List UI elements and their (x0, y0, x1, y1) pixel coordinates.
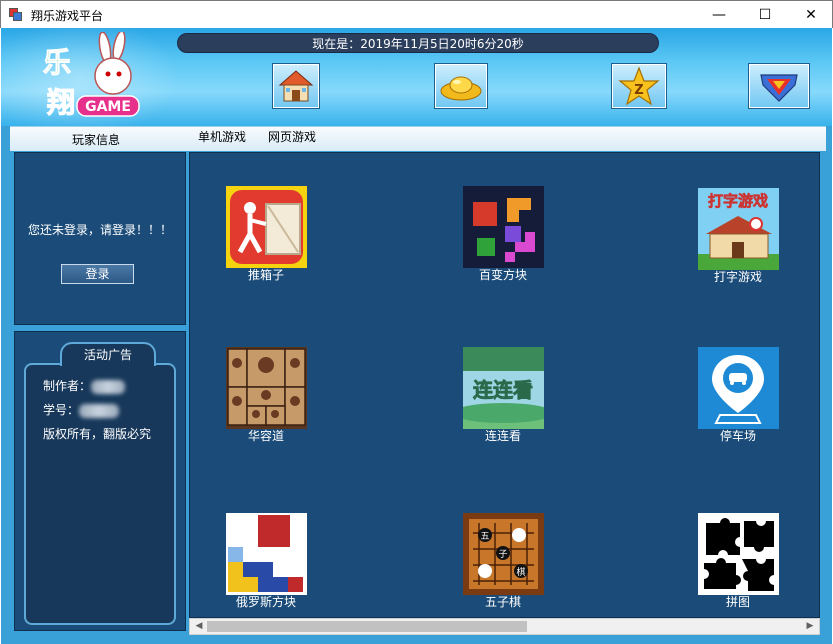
copyright-text: 版权所有，翻版必究 (43, 427, 152, 441)
star-nav-button[interactable]: Z (611, 63, 667, 109)
login-panel: 您还未登录，请登录！！！ 登录 (14, 152, 186, 325)
game-label: 百变方块 (478, 268, 527, 282)
typing-icon: 打字游戏 (697, 188, 779, 270)
logo: 乐 翔 GAME (43, 32, 140, 120)
game-sokoban[interactable]: 推箱子 (206, 186, 326, 282)
home-icon (278, 70, 314, 102)
gomoku-thumb-char: 子 (498, 549, 507, 560)
gold-nav-button[interactable] (434, 63, 488, 109)
game-label: 俄罗斯方块 (235, 595, 296, 609)
scroll-right-arrow-icon[interactable]: ▶ (802, 619, 818, 634)
game-label: 推箱子 (247, 268, 284, 282)
login-message: 您还未登录，请登录！！！ (27, 223, 172, 237)
tab-player-info[interactable]: 玩家信息 (16, 130, 176, 150)
game-parking[interactable]: 停车场 (678, 347, 798, 443)
tab-single-games[interactable]: 单机游戏 (198, 129, 246, 145)
home-nav-button[interactable] (272, 63, 320, 109)
promo-tab: 活动广告 (60, 342, 156, 366)
svg-text:乐: 乐 (43, 46, 71, 79)
badge-icon (760, 74, 798, 102)
author-label: 制作者： (43, 379, 92, 393)
maximize-button[interactable]: ☐ (742, 1, 788, 29)
game-blocks[interactable]: 百变方块 (443, 186, 563, 282)
tab-web-games[interactable]: 网页游戏 (268, 129, 316, 145)
student-id-redacted (79, 403, 120, 418)
author-line: 制作者： (43, 377, 126, 394)
svg-text:Z: Z (634, 83, 643, 98)
scroll-thumb[interactable] (207, 621, 527, 632)
scroll-left-arrow-icon[interactable]: ◀ (191, 619, 207, 634)
games-panel: 推箱子 百变方块 打字游戏 打字游戏 华容道 连连看 连连看 停车场 俄罗斯方块… (189, 152, 820, 618)
game-typing[interactable]: 打字游戏 打字游戏 (678, 188, 798, 284)
badge-nav-button[interactable] (748, 63, 810, 109)
header-banner: 乐 翔 GAME 现在是：2019年11月5日20时6分20秒 Z (1, 28, 832, 126)
game-puzzle[interactable]: 拼图 (678, 513, 798, 609)
window-title: 翔乐游戏平台 (31, 9, 104, 23)
login-button[interactable]: 登录 (61, 264, 134, 284)
game-gomoku[interactable]: 五 子 棋 五子棋 (443, 513, 563, 609)
sokoban-icon (225, 186, 307, 268)
game-label: 连连看 (484, 429, 521, 443)
gold-ingot-icon (440, 76, 482, 101)
close-button[interactable]: ✕ (788, 1, 833, 29)
lianliankan-icon: 连连看 (462, 347, 544, 429)
game-huarong[interactable]: 华容道 (206, 347, 326, 443)
game-label: 打字游戏 (713, 270, 762, 284)
game-label: 华容道 (247, 429, 284, 443)
game-tetris[interactable]: 俄罗斯方块 (206, 513, 326, 609)
horizontal-scrollbar[interactable]: ◀ ▶ (189, 618, 820, 635)
typing-thumb-text: 打字游戏 (707, 192, 767, 210)
star-icon: Z (618, 66, 660, 106)
huarong-icon (225, 347, 307, 429)
student-id-line: 学号： (43, 401, 120, 418)
logo-game-text: GAME (85, 99, 131, 115)
gomoku-thumb-char: 棋 (516, 566, 525, 578)
parking-icon (697, 347, 779, 429)
datetime-display: 现在是：2019年11月5日20时6分20秒 (177, 33, 659, 53)
author-redacted (91, 379, 126, 394)
game-label: 拼图 (725, 595, 750, 609)
gomoku-thumb-char: 五 (480, 532, 489, 542)
gomoku-icon: 五 子 棋 (462, 513, 544, 595)
lianliankan-thumb-text: 连连看 (473, 378, 533, 402)
svg-text:翔: 翔 (47, 86, 75, 119)
tetris-icon (225, 513, 307, 595)
game-lianliankan[interactable]: 连连看 连连看 (443, 347, 563, 443)
blocks-icon (462, 186, 544, 268)
puzzle-icon (697, 513, 779, 595)
student-id-label: 学号： (43, 403, 80, 417)
promo-panel: 活动广告 制作者： 学号： 版权所有，翻版必究 (14, 331, 186, 631)
minimize-button[interactable]: — (696, 1, 742, 29)
title-bar: 翔乐游戏平台 — ☐ ✕ (0, 0, 833, 28)
game-label: 五子棋 (484, 595, 521, 609)
game-label: 停车场 (719, 429, 756, 443)
app-icon (9, 8, 23, 22)
